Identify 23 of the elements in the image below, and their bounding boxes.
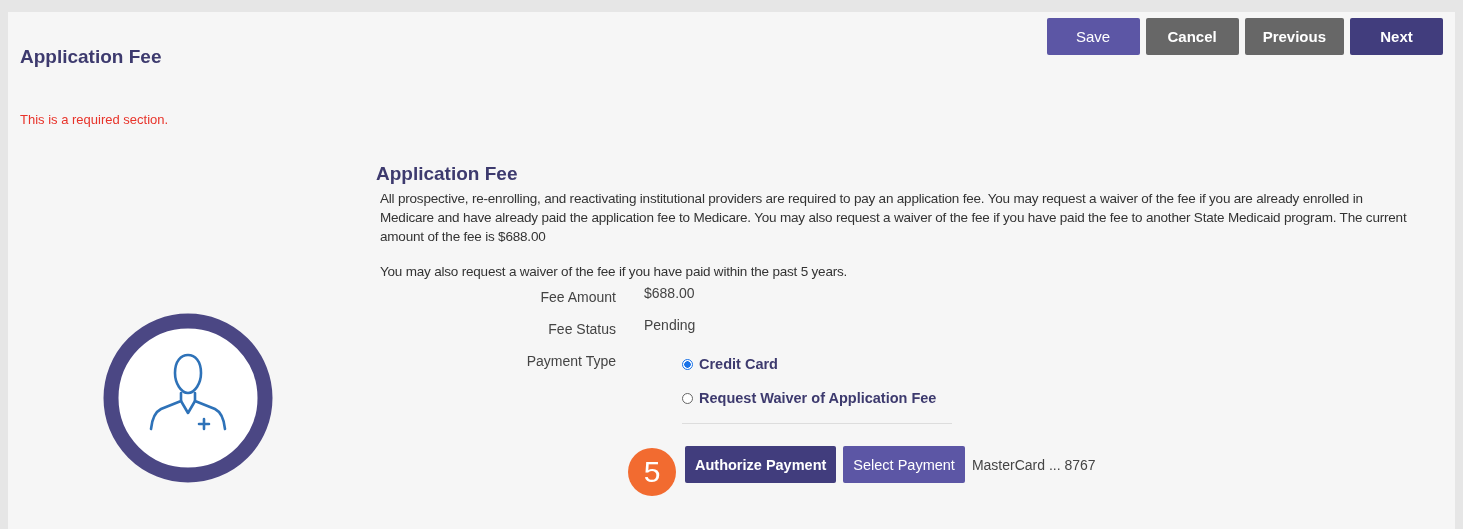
radio-button[interactable] xyxy=(682,392,693,404)
action-button[interactable]: Cancel xyxy=(1145,18,1239,55)
section-title: Application Fee xyxy=(376,163,519,185)
field-label: Fee Amount xyxy=(539,288,616,305)
page-title: Application Fee xyxy=(20,46,163,68)
card-text: MasterCard ... 8767 xyxy=(971,456,1096,473)
action-button[interactable]: Save xyxy=(1046,18,1140,55)
description-text: All prospective, re-enrolling, and reactivating institutional providers are required to pay an application fee. You may request a waiver of the fee if you are already enrolled in Medicare and have already paid the application fee to Medicare. You may also request a waiver of the fee if you have paid the fee to another State Medicaid program. The current amount of the fee is $688.00 xyxy=(380,190,1408,246)
field-value: Pending xyxy=(644,316,697,333)
radio-button[interactable] xyxy=(682,358,693,370)
person-add-icon xyxy=(103,313,273,483)
field-value: $688.00 xyxy=(644,284,696,301)
payment-button[interactable]: Select Payment xyxy=(843,446,965,483)
step-badge: 5 xyxy=(628,448,676,496)
payment-button[interactable]: Authorize Payment xyxy=(685,446,837,483)
action-button[interactable]: Previous xyxy=(1244,18,1344,55)
note-text: You may also request a waiver of the fee if you have paid within the past 5 years. xyxy=(380,263,849,281)
radio-label[interactable]: Request Waiver of Application Fee xyxy=(699,390,937,406)
action-button[interactable]: Next xyxy=(1350,18,1443,55)
required-note: This is a required section. xyxy=(20,112,169,127)
field-label: Payment Type xyxy=(525,352,616,369)
radio-label[interactable]: Credit Card xyxy=(699,356,778,372)
field-label: Fee Status xyxy=(547,320,616,337)
